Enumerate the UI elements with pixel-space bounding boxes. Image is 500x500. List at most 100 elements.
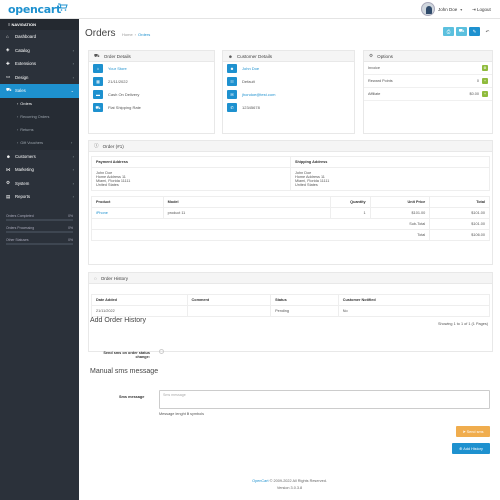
product-model: product 11 xyxy=(162,207,331,219)
panel-heading: ☻ Customer Details xyxy=(223,51,354,62)
sidebar-subitem-returns[interactable]: › Returns xyxy=(0,124,79,137)
top-header: opencart John Doe ▾ ⇥ Logout xyxy=(0,0,500,19)
column-header: Model xyxy=(162,196,331,208)
total-label: Sub-Total xyxy=(90,218,431,230)
generate-invoice-button[interactable]: ⚙ xyxy=(482,65,488,71)
column-header: Date Added xyxy=(91,294,188,306)
sidebar-subitem-recurring-orders[interactable]: › Recurring Orders xyxy=(0,111,79,124)
toolbar: ⎙ ⛟ ✎ ↶ xyxy=(443,27,493,36)
user-icon: ☻ xyxy=(227,64,237,73)
product-link[interactable]: iPhone xyxy=(96,211,108,215)
breadcrumb: Home › Orders xyxy=(122,32,150,37)
logout-label: Logout xyxy=(477,7,491,12)
sidebar-item-reports[interactable]: ▤ Reports › xyxy=(0,190,79,204)
back-button[interactable]: ↶ xyxy=(482,27,493,36)
sidebar-subitem-orders[interactable]: › Orders xyxy=(0,98,79,111)
send-sms-button[interactable]: ➤ Send sms xyxy=(456,426,490,437)
sidebar-subitem-gift-vouchers[interactable]: › Gift Vouchers › xyxy=(0,137,79,150)
print-shipping-button[interactable]: ⛟ xyxy=(456,27,467,36)
truck-icon: ⛟ xyxy=(458,28,465,33)
sidebar-item-sales[interactable]: ⛟ Sales ⌄ xyxy=(0,84,79,98)
info-circle-icon: ⓘ xyxy=(94,143,99,148)
history-table: Date Added Comment Status Customer Notif… xyxy=(91,294,491,317)
sidebar-item-marketing[interactable]: ⋈ Marketing › xyxy=(0,163,79,177)
stat-label: Orders Completed xyxy=(6,213,34,218)
sidebar-item-extensions[interactable]: ✚ Extensions › xyxy=(0,57,79,71)
sidebar-item-dashboard[interactable]: ⌂ Dashboard xyxy=(0,30,79,44)
menu-icon: ≡ xyxy=(8,22,11,27)
send-sms-label: Send sms xyxy=(466,429,484,434)
sidebar-item-design[interactable]: ▭ Design › xyxy=(0,71,79,85)
add-commission-button[interactable]: + xyxy=(482,91,488,97)
chevron-right-icon: › xyxy=(72,194,74,200)
chevron-down-icon: ⌄ xyxy=(70,88,74,94)
sms-message-textarea[interactable]: Sms message xyxy=(159,390,490,409)
share-icon: ⋈ xyxy=(6,166,11,172)
opencart-logo[interactable]: opencart xyxy=(8,3,61,16)
sidebar-subitem-label: Gift Vouchers xyxy=(20,141,44,145)
breadcrumb-home[interactable]: Home xyxy=(122,32,133,37)
plus-icon: + xyxy=(483,92,487,96)
stat-value: 0% xyxy=(68,213,73,218)
cog-icon: ⚙ xyxy=(483,66,487,70)
column-header: Comment xyxy=(186,294,272,306)
add-reward-button[interactable]: + xyxy=(482,78,488,84)
product-unit-price: $101.00 xyxy=(369,207,431,219)
credit-card-icon: ▬ xyxy=(93,90,103,99)
send-sms-label: Send sms on order status change: xyxy=(103,351,150,359)
footer-version: Version 3.0.3.8 xyxy=(276,486,303,490)
add-history-button[interactable]: ⊕ Add History xyxy=(452,443,490,454)
email-row: ✉ jhondoe@test.com xyxy=(223,88,354,101)
paper-plane-icon: ➤ xyxy=(462,430,466,434)
option-value: 0 xyxy=(476,79,479,83)
store-link[interactable]: Your Store xyxy=(108,66,127,71)
option-value: $0.00 xyxy=(469,92,479,96)
add-history-title: Add Order History xyxy=(90,317,147,324)
email-link[interactable]: jhondoe@test.com xyxy=(242,92,275,97)
print-invoice-button[interactable]: ⎙ xyxy=(443,27,454,36)
customer-group: Default xyxy=(242,79,255,84)
user-menu[interactable]: John Doe ▾ xyxy=(421,2,462,16)
shipping-address-header: Shipping Address xyxy=(290,156,490,168)
phone-number: 12345678 xyxy=(242,105,260,110)
total-value: $106.00 xyxy=(429,229,490,241)
customer-details-panel: ☻ Customer Details ☻ John Doe ☷ Default ✉ jh… xyxy=(222,50,355,134)
panel-heading: ⛟ Order Details xyxy=(89,51,214,62)
breadcrumb-orders[interactable]: Orders xyxy=(138,32,150,37)
address-table: Payment Address Shipping Address John Do… xyxy=(91,156,490,191)
panel-title: Order Details xyxy=(103,53,131,59)
phone-row: ✆ 12345678 xyxy=(223,101,354,114)
sidebar-item-customers[interactable]: ☻ Customers › xyxy=(0,150,79,164)
message-length-value: 0 xyxy=(186,412,189,416)
options-panel: ⚙ Options Invoice ⚙ Reward Points 0 + Affili… xyxy=(363,50,493,134)
stat-value: 0% xyxy=(68,237,73,242)
stat-label: Orders Processing xyxy=(6,225,35,230)
customer-name-link[interactable]: John Doe xyxy=(242,66,259,71)
subtotal-row: Sub-Total $101.00 xyxy=(90,218,490,230)
panel-title: Customer Details xyxy=(236,53,273,59)
stat-orders-processing: Orders Processing 0% xyxy=(6,226,73,233)
chevron-right-icon: › xyxy=(72,74,74,80)
footer-brand-link[interactable]: OpenCart xyxy=(252,479,268,483)
send-sms-checkbox[interactable] xyxy=(159,349,164,354)
edit-button[interactable]: ✎ xyxy=(469,27,480,36)
sidebar-subitem-label: Recurring Orders xyxy=(20,115,50,119)
stat-progress-bar xyxy=(6,243,73,245)
sidebar-item-label: Marketing xyxy=(15,167,34,173)
option-label: Reward Points xyxy=(368,79,393,83)
order-details-panel: ⛟ Order Details ⌂ Your Store ▦ 21/11/2022 ▬… xyxy=(88,50,215,134)
panel-heading: ◌ Order History xyxy=(89,273,492,284)
column-header: Product xyxy=(91,196,164,208)
breadcrumb-separator: › xyxy=(134,32,137,37)
order-history-panel: ◌ Order History Date Added Comment Status… xyxy=(88,272,493,352)
avatar xyxy=(421,2,435,16)
sidebar-item-system[interactable]: ⚙ System › xyxy=(0,177,79,191)
table-row: iPhone product 11 1 $101.00 $101.00 xyxy=(91,207,490,219)
plus-icon: + xyxy=(483,79,487,83)
total-row: Total $106.00 xyxy=(90,229,490,241)
sidebar-item-catalog[interactable]: ◈ Catalog › xyxy=(0,44,79,58)
page-title: Orders xyxy=(85,28,116,39)
history-date: 21/11/2022 xyxy=(91,305,188,317)
chevron-right-icon: › xyxy=(71,141,73,145)
logout-link[interactable]: ⇥ Logout xyxy=(472,7,491,13)
